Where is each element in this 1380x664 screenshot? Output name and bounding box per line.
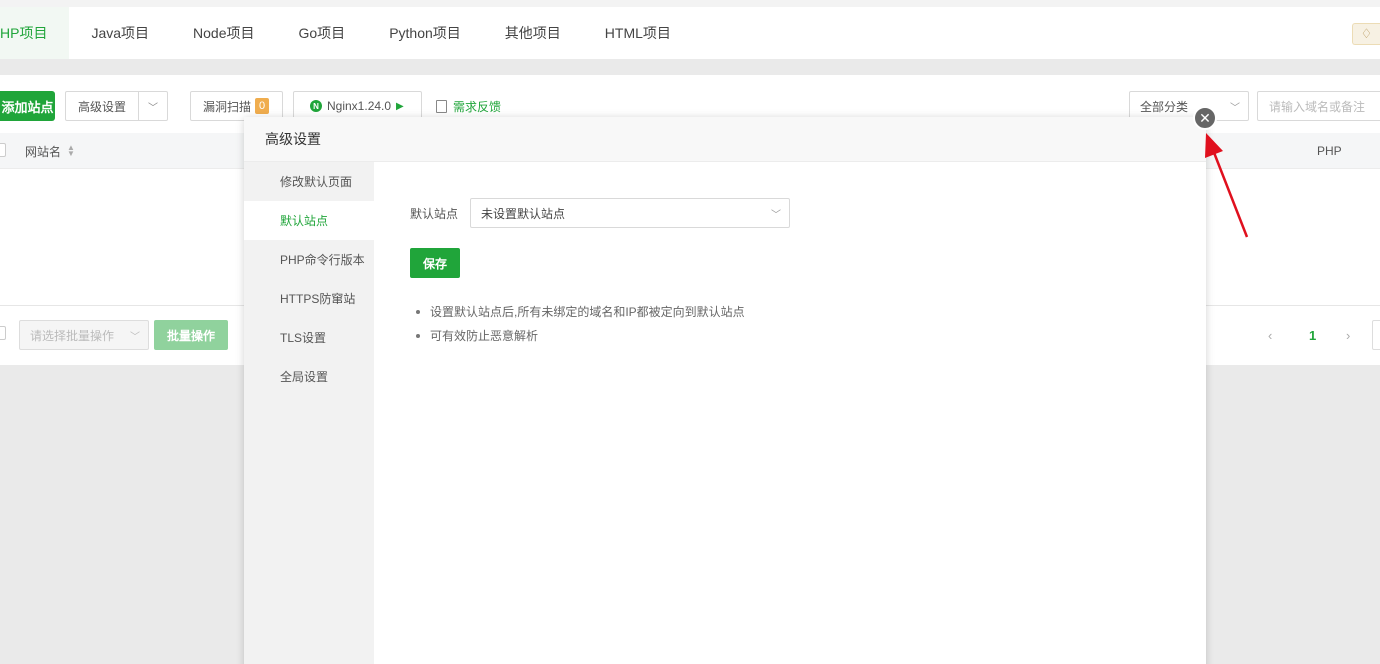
tip-item: 设置默认站点后,所有未绑定的域名和IP都被定向到默认站点: [416, 300, 745, 324]
column-site-name-label: 网站名: [25, 144, 62, 159]
default-site-select[interactable]: 未设置默认站点 ﹀: [470, 198, 790, 228]
advanced-settings-label[interactable]: 高级设置: [66, 92, 139, 120]
sort-icon[interactable]: ▲ ▼: [67, 144, 75, 158]
project-tab-bar: HP项目 Java项目 Node项目 Go项目 Python项目 其他项目 HT…: [0, 7, 1380, 59]
column-php: PHP: [1317, 144, 1342, 158]
batch-operation-button[interactable]: 批量操作: [154, 320, 228, 350]
page-size-select[interactable]: [1372, 320, 1380, 350]
dialog-side-menu: 修改默认页面 默认站点 PHP命令行版本 HTTPS防窜站 TLS设置 全局设置: [244, 162, 374, 664]
close-icon[interactable]: ✕: [1193, 106, 1217, 130]
page-prev-button[interactable]: ‹: [1268, 320, 1272, 350]
default-site-value: 未设置默认站点: [481, 206, 566, 221]
tab-node[interactable]: Node项目: [171, 7, 276, 59]
vuln-count-badge: 0: [255, 98, 270, 114]
chevron-down-icon: ﹀: [130, 331, 140, 343]
tab-java[interactable]: Java项目: [69, 7, 171, 59]
menu-item-https-anti-hijack[interactable]: HTTPS防窜站: [244, 279, 374, 318]
search-input[interactable]: 请输入域名或备注: [1257, 91, 1380, 121]
dialog-content: 默认站点 未设置默认站点 ﹀ 保存 设置默认站点后,所有未绑定的域名和IP都被定…: [374, 162, 1206, 664]
page-current[interactable]: 1: [1309, 320, 1316, 350]
default-site-row: 默认站点 未设置默认站点 ﹀: [410, 198, 790, 228]
tab-other[interactable]: 其他项目: [483, 7, 583, 59]
column-site-name[interactable]: 网站名 ▲ ▼: [25, 133, 75, 169]
nginx-icon: N: [310, 100, 322, 112]
dialog-title: 高级设置: [244, 117, 1206, 162]
edit-icon: [436, 99, 447, 113]
top-strip: [0, 0, 1380, 7]
feedback-label: 需求反馈: [453, 99, 502, 114]
save-button[interactable]: 保存: [410, 248, 460, 278]
default-site-label: 默认站点: [410, 206, 459, 221]
advanced-settings-dropdown[interactable]: 高级设置 ﹀: [65, 91, 168, 121]
batch-operation-placeholder: 请选择批量操作: [30, 328, 115, 343]
menu-item-default-site[interactable]: 默认站点: [244, 201, 374, 240]
add-site-button[interactable]: 添加站点: [0, 91, 55, 121]
advanced-settings-dialog: 高级设置 修改默认页面 默认站点 PHP命令行版本 HTTPS防窜站 TLS设置…: [244, 117, 1206, 664]
tab-python[interactable]: Python项目: [367, 7, 483, 59]
help-tips: 设置默认站点后,所有未绑定的域名和IP都被定向到默认站点 可有效防止恶意解析: [416, 300, 745, 348]
menu-item-default-page[interactable]: 修改默认页面: [244, 162, 374, 201]
page-next-button[interactable]: ›: [1346, 320, 1350, 350]
select-all-checkbox[interactable]: [0, 143, 6, 157]
tab-html[interactable]: HTML项目: [583, 7, 693, 59]
play-icon: ▶: [396, 100, 404, 112]
category-value: 全部分类: [1140, 99, 1189, 114]
footer-select-all-checkbox[interactable]: [0, 326, 6, 340]
menu-item-tls-settings[interactable]: TLS设置: [244, 318, 374, 357]
nginx-version-label: Nginx1.24.0: [327, 99, 392, 113]
tab-go[interactable]: Go项目: [277, 7, 368, 59]
diamond-icon[interactable]: ♢: [1352, 23, 1380, 45]
chevron-down-icon: ﹀: [771, 209, 781, 221]
menu-item-php-cli-version[interactable]: PHP命令行版本: [244, 240, 374, 279]
chevron-down-icon[interactable]: ﹀: [139, 92, 167, 120]
vuln-scan-label: 漏洞扫描: [203, 99, 252, 114]
menu-item-global-settings[interactable]: 全局设置: [244, 357, 374, 396]
batch-operation-select[interactable]: 请选择批量操作 ﹀: [19, 320, 149, 350]
chevron-down-icon: ﹀: [1230, 102, 1240, 114]
tab-php[interactable]: HP项目: [0, 7, 70, 59]
tip-item: 可有效防止恶意解析: [416, 324, 745, 348]
